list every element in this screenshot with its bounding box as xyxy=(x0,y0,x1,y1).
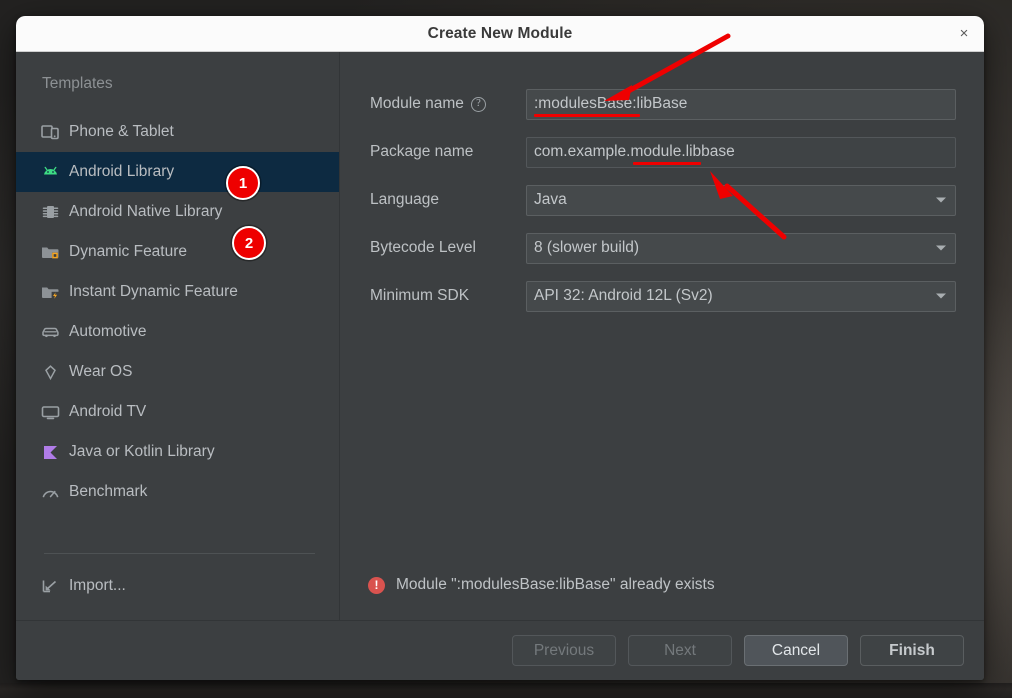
desktop-background: Create New Module × Templates Phone & Ta… xyxy=(0,0,1012,698)
annotation-badge-2: 2 xyxy=(232,226,266,260)
bytecode-level-label: Bytecode Level xyxy=(370,239,476,256)
minimum-sdk-select[interactable]: API 32: Android 12L (Sv2) xyxy=(526,280,956,312)
car-icon xyxy=(40,322,60,342)
language-select[interactable]: Java xyxy=(526,184,956,216)
sidebar-item-label: Android Native Library xyxy=(69,203,223,220)
sidebar-item-instant-dynamic-feature[interactable]: Instant Dynamic Feature xyxy=(16,272,339,312)
benchmark-gauge-icon xyxy=(40,482,60,502)
minimum-sdk-label: Minimum SDK xyxy=(370,287,470,304)
module-name-control xyxy=(526,88,956,120)
sidebar-item-label: Import... xyxy=(69,577,126,594)
phone-tablet-icon xyxy=(40,122,60,142)
next-button[interactable]: Next xyxy=(628,635,732,666)
package-name-label: Package name xyxy=(370,143,474,160)
sidebar-item-phone-tablet[interactable]: Phone & Tablet xyxy=(16,112,339,152)
instant-dynamic-feature-folder-icon xyxy=(40,282,60,302)
module-name-label: Module name xyxy=(370,95,464,112)
sidebar-item-label: Instant Dynamic Feature xyxy=(69,283,238,300)
annotation-badge-1: 1 xyxy=(226,166,260,200)
minimum-sdk-label-group: Minimum SDK xyxy=(368,287,526,305)
chevron-down-icon xyxy=(936,245,946,251)
field-row-package-name: Package name xyxy=(368,128,956,176)
package-name-control xyxy=(526,136,956,168)
language-control: Java xyxy=(526,184,956,216)
sidebar-item-java-or-kotlin-library[interactable]: Java or Kotlin Library xyxy=(16,432,339,472)
bytecode-level-value: 8 (slower build) xyxy=(534,239,640,256)
field-row-module-name: Module name ? xyxy=(368,80,956,128)
language-label: Language xyxy=(370,191,439,208)
dialog-titlebar: Create New Module × xyxy=(16,16,984,52)
dialog-footer: Previous Next Cancel Finish xyxy=(16,620,984,680)
android-robot-icon xyxy=(40,162,60,182)
desktop-bottom-band xyxy=(0,683,1012,698)
validation-error: ! Module ":modulesBase:libBase" already … xyxy=(340,576,984,620)
cancel-button[interactable]: Cancel xyxy=(744,635,848,666)
finish-button[interactable]: Finish xyxy=(860,635,964,666)
sidebar-item-import[interactable]: Import... xyxy=(16,566,339,606)
bytecode-level-select[interactable]: 8 (slower build) xyxy=(526,232,956,264)
language-label-group: Language xyxy=(368,191,526,209)
sidebar-item-label: Wear OS xyxy=(69,363,133,380)
sidebar-item-label: Android TV xyxy=(69,403,147,420)
watch-icon xyxy=(40,362,60,382)
sidebar-item-dynamic-feature[interactable]: Dynamic Feature xyxy=(16,232,339,272)
templates-heading: Templates xyxy=(42,75,113,92)
native-library-icon xyxy=(40,202,60,222)
chevron-down-icon xyxy=(936,197,946,203)
module-form-pane: Module name ? Package name xyxy=(340,52,984,620)
help-circle-icon[interactable]: ? xyxy=(470,96,486,112)
sidebar-item-benchmark[interactable]: Benchmark xyxy=(16,472,339,512)
language-value: Java xyxy=(534,191,567,208)
field-row-language: Language Java xyxy=(368,176,956,224)
field-row-minimum-sdk: Minimum SDK API 32: Android 12L (Sv2) xyxy=(368,272,956,320)
sidebar-item-android-native-library[interactable]: Android Native Library xyxy=(16,192,339,232)
sidebar-item-android-tv[interactable]: Android TV xyxy=(16,392,339,432)
dialog-title: Create New Module xyxy=(427,24,573,42)
chevron-down-icon xyxy=(936,293,946,299)
templates-sidebar: Templates Phone & Tablet Android Library… xyxy=(16,52,340,620)
close-icon[interactable]: × xyxy=(952,22,976,46)
sidebar-divider xyxy=(44,553,315,554)
underline-modulesBase-annotation xyxy=(534,113,640,117)
sidebar-item-label: Java or Kotlin Library xyxy=(69,443,215,460)
import-arrow-icon xyxy=(40,576,60,596)
create-new-module-dialog: Create New Module × Templates Phone & Ta… xyxy=(16,16,984,680)
minimum-sdk-value: API 32: Android 12L (Sv2) xyxy=(534,287,713,304)
template-list: Phone & Tablet Android Library Android N… xyxy=(16,112,339,512)
sidebar-item-label: Benchmark xyxy=(69,483,148,500)
underline-module-annotation xyxy=(633,161,701,165)
sidebar-item-label: Dynamic Feature xyxy=(69,243,188,260)
error-exclamation-icon: ! xyxy=(368,576,385,594)
previous-button[interactable]: Previous xyxy=(512,635,616,666)
tv-icon xyxy=(40,402,60,422)
sidebar-item-android-library[interactable]: Android Library xyxy=(16,152,339,192)
sidebar-item-wear-os[interactable]: Wear OS xyxy=(16,352,339,392)
sidebar-item-automotive[interactable]: Automotive xyxy=(16,312,339,352)
field-row-bytecode-level: Bytecode Level 8 (slower build) xyxy=(368,224,956,272)
package-name-label-group: Package name xyxy=(368,143,526,161)
bytecode-level-control: 8 (slower build) xyxy=(526,232,956,264)
minimum-sdk-control: API 32: Android 12L (Sv2) xyxy=(526,280,956,312)
package-name-input[interactable] xyxy=(526,136,956,168)
bytecode-level-label-group: Bytecode Level xyxy=(368,239,526,257)
sidebar-item-label: Phone & Tablet xyxy=(69,123,174,140)
error-message: Module ":modulesBase:libBase" already ex… xyxy=(396,576,715,593)
sidebar-item-label: Automotive xyxy=(69,323,147,340)
form-fields: Module name ? Package name xyxy=(340,52,984,320)
dynamic-feature-folder-icon xyxy=(40,242,60,262)
dialog-body: Templates Phone & Tablet Android Library… xyxy=(16,52,984,620)
module-name-label-group: Module name ? xyxy=(368,95,526,113)
sidebar-item-label: Android Library xyxy=(69,163,175,180)
kotlin-icon xyxy=(40,442,60,462)
